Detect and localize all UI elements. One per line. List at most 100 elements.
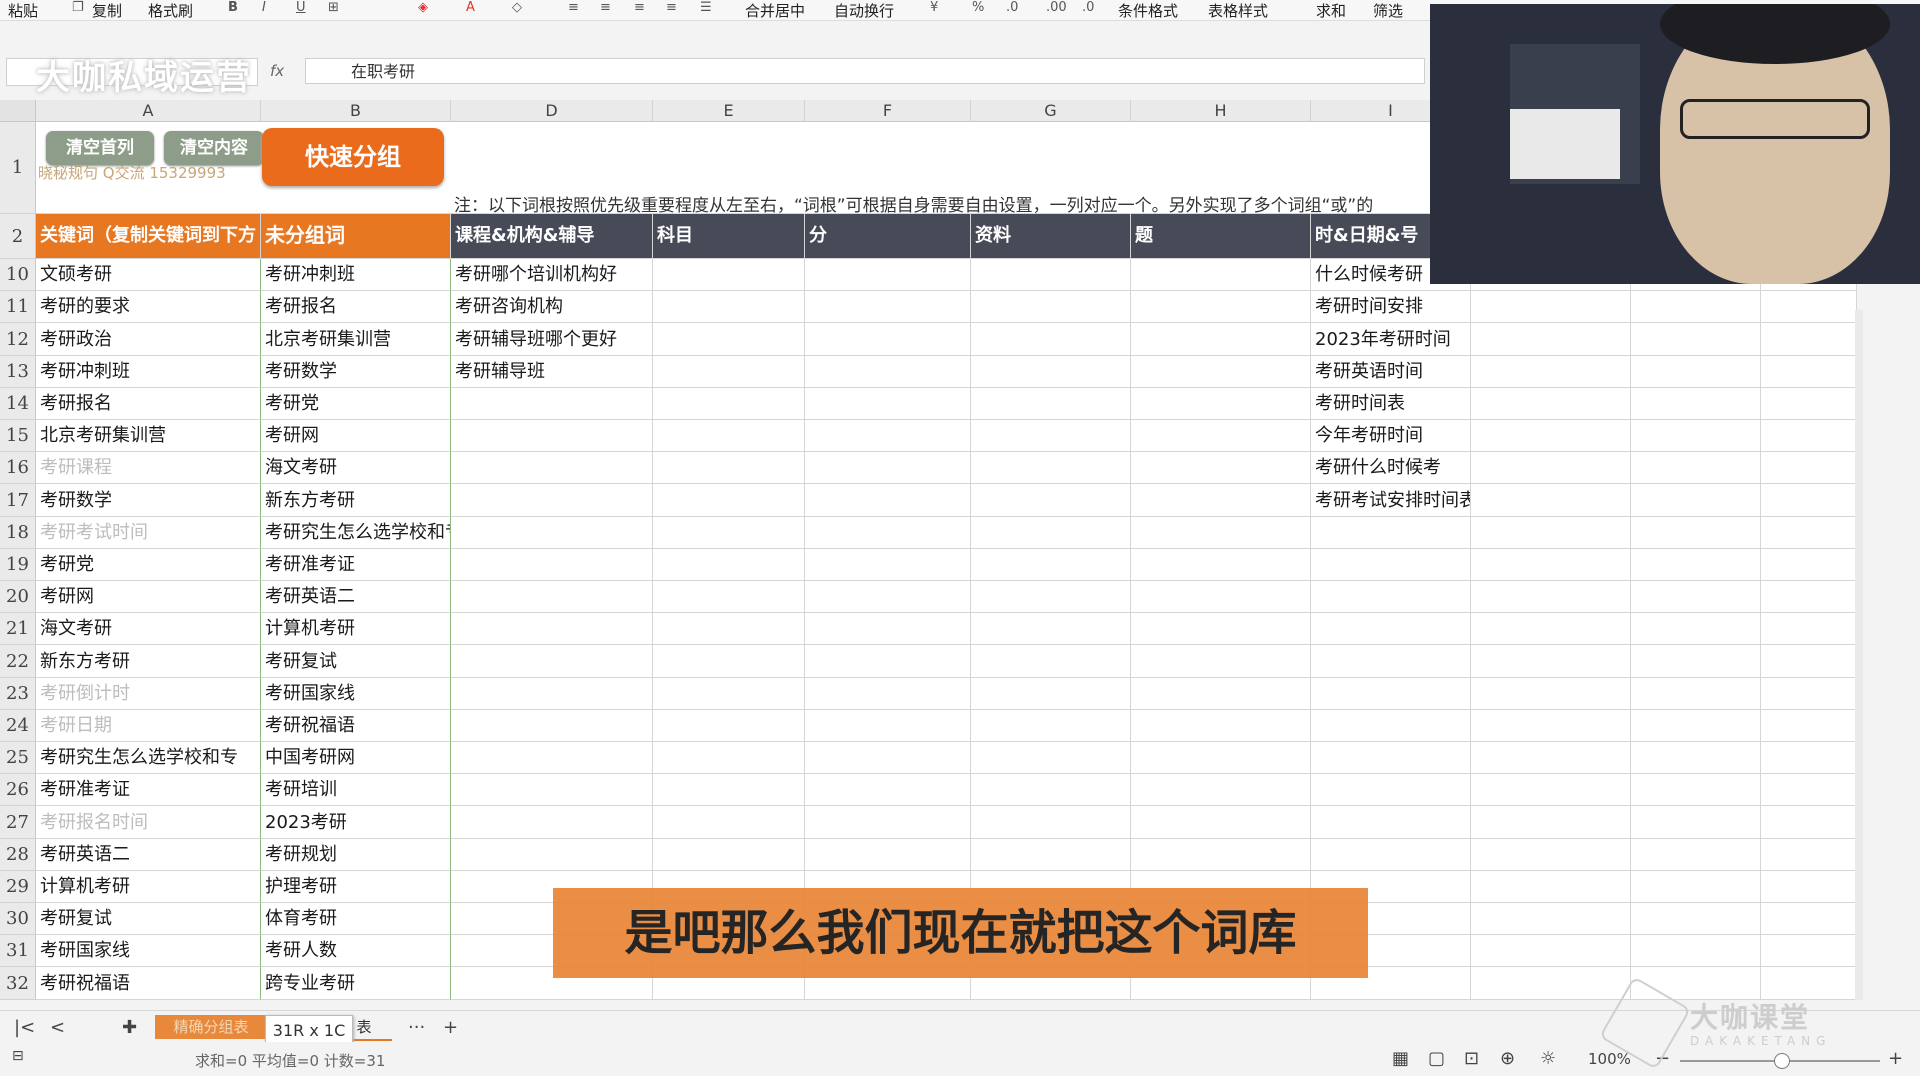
table-cell[interactable]: 北京考研集训营 bbox=[261, 323, 451, 356]
table-cell[interactable] bbox=[971, 452, 1131, 484]
table-cell[interactable]: 考研复试 bbox=[36, 903, 261, 935]
eye-protection-icon[interactable]: ☼ bbox=[1540, 1048, 1556, 1069]
table-cell[interactable] bbox=[1761, 452, 1857, 484]
table-cell[interactable] bbox=[1131, 452, 1311, 484]
table-cell[interactable]: 计算机考研 bbox=[261, 613, 451, 645]
table-cell[interactable] bbox=[971, 549, 1131, 581]
row-header[interactable]: 10 bbox=[0, 259, 36, 291]
table-cell[interactable]: 北京考研集训营 bbox=[36, 420, 261, 452]
table-cell[interactable] bbox=[805, 678, 971, 710]
header-materials[interactable]: 资料 bbox=[971, 214, 1131, 259]
table-cell[interactable] bbox=[451, 839, 653, 871]
table-cell[interactable] bbox=[1311, 806, 1471, 839]
table-cell[interactable] bbox=[653, 613, 805, 645]
table-cell[interactable] bbox=[451, 581, 653, 613]
distributed-icon[interactable]: ☰ bbox=[700, 0, 712, 15]
column-header-d[interactable]: D bbox=[451, 100, 653, 122]
table-cell[interactable] bbox=[1761, 388, 1857, 420]
row-header[interactable]: 17 bbox=[0, 484, 36, 517]
table-cell[interactable]: 考研数学 bbox=[261, 356, 451, 388]
table-cell[interactable] bbox=[451, 645, 653, 678]
table-cell[interactable] bbox=[1311, 839, 1471, 871]
row-header[interactable]: 31 bbox=[0, 935, 36, 967]
percent-icon[interactable]: % bbox=[972, 0, 984, 15]
row-header[interactable]: 27 bbox=[0, 806, 36, 839]
table-cell[interactable] bbox=[653, 291, 805, 323]
corner-select-all[interactable] bbox=[0, 100, 36, 122]
table-cell[interactable] bbox=[1471, 323, 1631, 356]
row-header[interactable]: 12 bbox=[0, 323, 36, 356]
table-cell[interactable] bbox=[1471, 581, 1631, 613]
reading-mode-icon[interactable]: ⊕ bbox=[1500, 1048, 1515, 1069]
table-cell[interactable] bbox=[1131, 549, 1311, 581]
row-header[interactable]: 15 bbox=[0, 420, 36, 452]
table-cell[interactable] bbox=[1131, 613, 1311, 645]
table-cell[interactable] bbox=[1471, 935, 1631, 967]
table-cell[interactable] bbox=[1131, 484, 1311, 517]
table-cell[interactable] bbox=[1761, 774, 1857, 806]
row-header[interactable]: 28 bbox=[0, 839, 36, 871]
table-cell[interactable] bbox=[451, 774, 653, 806]
vertical-scrollbar[interactable] bbox=[1855, 310, 1863, 1000]
sum-button[interactable]: 求和 bbox=[1316, 0, 1346, 21]
table-cell[interactable] bbox=[1631, 484, 1761, 517]
table-cell[interactable] bbox=[1131, 581, 1311, 613]
align-left-icon[interactable]: ≡ bbox=[568, 0, 579, 15]
table-cell[interactable]: 考研咨询机构 bbox=[451, 291, 653, 323]
table-cell[interactable] bbox=[451, 742, 653, 774]
table-cell[interactable] bbox=[805, 484, 971, 517]
table-cell[interactable] bbox=[971, 774, 1131, 806]
table-cell[interactable]: 考研辅导班哪个更好 bbox=[451, 323, 653, 356]
table-cell[interactable] bbox=[451, 549, 653, 581]
table-cell[interactable] bbox=[1471, 967, 1631, 1000]
row-header[interactable]: 29 bbox=[0, 871, 36, 903]
table-cell[interactable] bbox=[1761, 903, 1857, 935]
table-cell[interactable] bbox=[971, 678, 1131, 710]
table-cell[interactable] bbox=[451, 806, 653, 839]
table-cell[interactable] bbox=[805, 742, 971, 774]
column-header-a[interactable]: A bbox=[36, 100, 261, 122]
table-cell[interactable]: 考研课程 bbox=[36, 452, 261, 484]
normal-view-icon[interactable]: ▦ bbox=[1392, 1048, 1409, 1069]
table-cell[interactable] bbox=[971, 517, 1131, 549]
table-cell[interactable] bbox=[451, 484, 653, 517]
table-cell[interactable] bbox=[971, 484, 1131, 517]
table-cell[interactable] bbox=[1311, 613, 1471, 645]
fill-color-icon[interactable]: ◈ bbox=[418, 0, 428, 15]
row-header-1[interactable]: 1 bbox=[0, 122, 36, 214]
table-cell[interactable] bbox=[805, 420, 971, 452]
table-cell[interactable] bbox=[1631, 356, 1761, 388]
table-cell[interactable] bbox=[1761, 806, 1857, 839]
table-cell[interactable] bbox=[1311, 645, 1471, 678]
new-sheet-button[interactable]: + bbox=[443, 1017, 458, 1038]
table-cell[interactable]: 考研复试 bbox=[261, 645, 451, 678]
row-header[interactable]: 21 bbox=[0, 613, 36, 645]
table-cell[interactable] bbox=[805, 710, 971, 742]
row-header[interactable]: 24 bbox=[0, 710, 36, 742]
table-cell[interactable] bbox=[1131, 517, 1311, 549]
table-cell[interactable]: 考研日期 bbox=[36, 710, 261, 742]
table-cell[interactable] bbox=[1631, 710, 1761, 742]
table-cell[interactable] bbox=[1311, 678, 1471, 710]
table-cell[interactable]: 考研准考证 bbox=[261, 549, 451, 581]
table-cell[interactable] bbox=[1631, 935, 1761, 967]
table-cell[interactable] bbox=[805, 356, 971, 388]
table-cell[interactable] bbox=[805, 581, 971, 613]
table-cell[interactable]: 考研数学 bbox=[36, 484, 261, 517]
row-header[interactable]: 14 bbox=[0, 388, 36, 420]
table-cell[interactable] bbox=[653, 581, 805, 613]
table-cell[interactable]: 考研倒计时 bbox=[36, 678, 261, 710]
decimal-icon[interactable]: .0 bbox=[1006, 0, 1018, 15]
table-cell[interactable] bbox=[1471, 420, 1631, 452]
sheet-tab-precise-group[interactable]: 精确分组表 bbox=[155, 1015, 267, 1039]
table-cell[interactable] bbox=[1761, 356, 1857, 388]
row-header[interactable]: 18 bbox=[0, 517, 36, 549]
table-cell[interactable] bbox=[653, 452, 805, 484]
row-header[interactable]: 16 bbox=[0, 452, 36, 484]
table-cell[interactable] bbox=[1131, 259, 1311, 291]
table-cell[interactable] bbox=[1131, 710, 1311, 742]
row-header[interactable]: 19 bbox=[0, 549, 36, 581]
quick-group-button[interactable]: 快速分组 bbox=[262, 128, 444, 186]
table-cell[interactable] bbox=[1471, 452, 1631, 484]
paste-button[interactable]: 粘贴 bbox=[8, 0, 38, 21]
